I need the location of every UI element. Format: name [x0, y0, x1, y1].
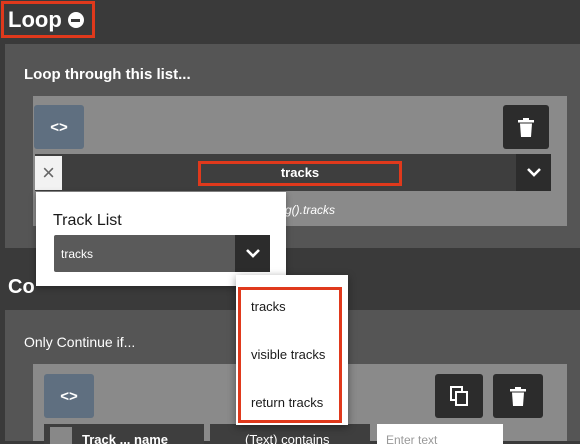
field-select-label: Track ... name: [82, 432, 168, 444]
value-text-input[interactable]: Enter text: [377, 424, 503, 444]
clear-select-button[interactable]: ×: [35, 156, 62, 190]
list-select-dropdown-button[interactable]: [516, 154, 551, 191]
chevron-down-icon: [526, 168, 541, 177]
operator-select[interactable]: (Text) contains: [210, 424, 370, 444]
delete-button[interactable]: [503, 105, 549, 149]
expression-hint: g().tracks: [285, 203, 336, 217]
copy-icon: [450, 386, 468, 406]
collapse-minus-icon[interactable]: [67, 12, 84, 28]
condition-delete-button[interactable]: [493, 374, 543, 418]
track-list-select-value: tracks: [61, 247, 94, 261]
loop-title: Loop: [8, 6, 84, 34]
track-list-label: Track List: [53, 212, 122, 229]
dropdown-options-highlight: [238, 287, 342, 423]
loop-title-text: Loop: [8, 7, 62, 32]
loop-list-label: Loop through this list...: [24, 66, 191, 83]
selected-value-highlight: [198, 161, 402, 186]
field-color-swatch: [50, 427, 72, 444]
code-icon: <>: [50, 118, 68, 136]
close-icon: ×: [42, 160, 55, 185]
condition-code-icon: <>: [60, 387, 78, 405]
condition-code-toggle-button[interactable]: <>: [44, 374, 94, 418]
continue-section-title: Co: [8, 276, 35, 298]
chevron-down-icon: [245, 249, 260, 258]
value-input-placeholder: Enter text: [386, 433, 438, 444]
track-list-select[interactable]: tracks: [54, 235, 270, 272]
duplicate-button[interactable]: [435, 374, 483, 418]
track-list-dropdown-button[interactable]: [235, 235, 270, 272]
code-toggle-button[interactable]: <>: [34, 105, 84, 149]
continue-condition-label: Only Continue if...: [24, 334, 136, 350]
trash-icon: [518, 117, 534, 137]
operator-select-label: (Text) contains: [245, 432, 330, 444]
trash-icon: [510, 386, 526, 406]
field-select[interactable]: Track ... name: [44, 424, 204, 444]
